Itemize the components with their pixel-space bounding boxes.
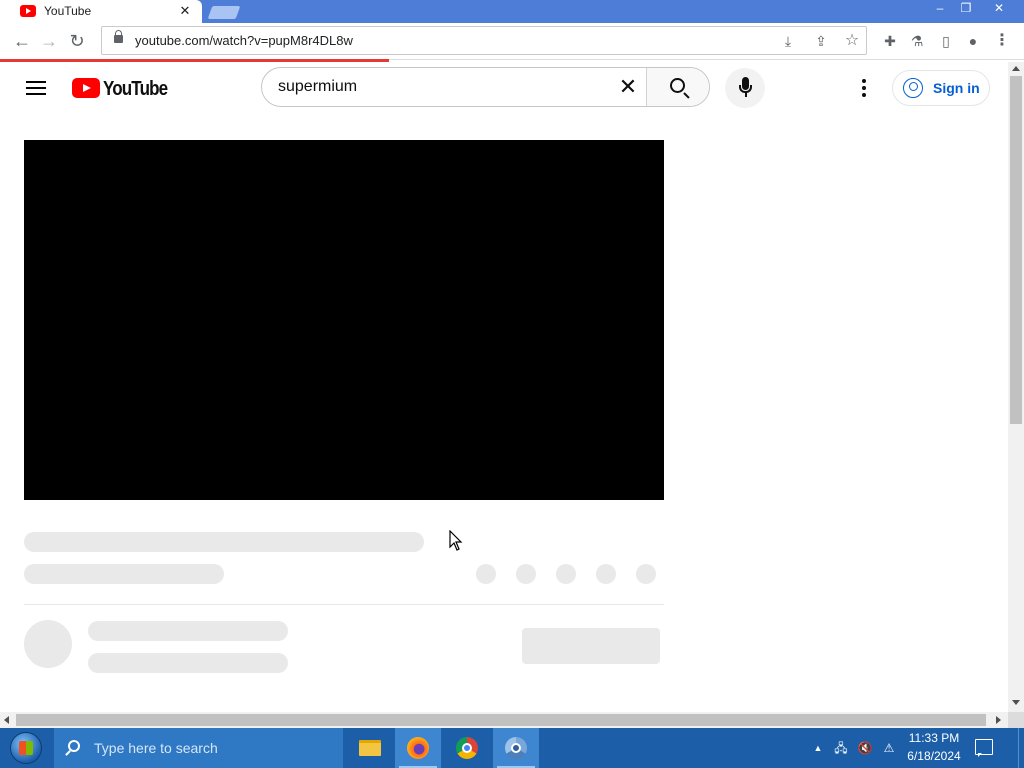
youtube-favicon-icon <box>20 5 36 17</box>
clock-date[interactable]: 6/18/2024 <box>903 749 965 763</box>
taskbar: Type here to search ▲ 🖧 🔇 ⚠ 11:33 PM 6/1… <box>0 728 1024 768</box>
sign-in-label: Sign in <box>933 80 980 96</box>
network-icon[interactable]: 🖧 <box>833 740 849 756</box>
start-button[interactable] <box>0 728 54 768</box>
clear-search-icon[interactable]: ✕ <box>617 76 639 98</box>
action-placeholder <box>596 564 616 584</box>
action-placeholder <box>516 564 536 584</box>
scroll-left-arrow-icon[interactable] <box>4 716 9 724</box>
taskbar-chromium[interactable] <box>493 728 539 768</box>
mouse-cursor-icon <box>449 530 463 551</box>
scrollbar-corner <box>1008 712 1024 728</box>
share-icon[interactable]: ⇪ <box>811 31 831 51</box>
youtube-page: YouTube ✕ Sign in <box>0 62 1008 712</box>
browser-toolbar: ← → ↻ youtube.com/watch?v=pupM8r4DL8w ⤓ … <box>0 23 1024 60</box>
search-bar[interactable]: ✕ <box>261 67 710 107</box>
channel-avatar-placeholder <box>24 620 72 668</box>
subscribe-button-placeholder <box>522 628 660 664</box>
meta-placeholder <box>24 564 224 584</box>
chromium-icon <box>505 737 527 759</box>
chrome-menu-icon[interactable]: ⋮ <box>992 31 1012 51</box>
taskbar-search-placeholder: Type here to search <box>94 740 218 756</box>
horizontal-scrollbar[interactable] <box>0 712 1008 728</box>
clock-time[interactable]: 11:33 PM <box>903 731 965 745</box>
taskbar-file-explorer[interactable] <box>346 728 392 768</box>
search-icon <box>670 78 685 93</box>
chrome-icon <box>456 737 478 759</box>
lock-icon[interactable] <box>114 30 123 43</box>
youtube-logo[interactable]: YouTube <box>72 78 172 100</box>
windows-logo-icon <box>10 732 42 764</box>
subscriber-count-placeholder <box>88 653 288 673</box>
back-button[interactable]: ← <box>10 30 34 54</box>
youtube-play-logo-icon <box>72 78 100 98</box>
vertical-scrollbar[interactable] <box>1008 62 1024 712</box>
action-placeholder <box>556 564 576 584</box>
labs-icon[interactable]: ⚗ <box>907 31 927 51</box>
divider <box>24 604 664 605</box>
tab-youtube[interactable]: YouTube ✕ <box>0 0 202 23</box>
notification-center-icon[interactable] <box>975 739 993 757</box>
horizontal-scroll-thumb[interactable] <box>16 714 986 726</box>
new-tab-button[interactable] <box>207 6 241 19</box>
side-panel-icon[interactable]: ▯ <box>936 31 956 51</box>
taskbar-firefox[interactable] <box>395 728 441 768</box>
search-button[interactable] <box>646 68 709 106</box>
window-close-button[interactable]: ✕ <box>984 0 1014 18</box>
security-warning-icon[interactable]: ⚠ <box>881 740 897 756</box>
vertical-scroll-thumb[interactable] <box>1010 76 1022 424</box>
settings-menu-icon[interactable] <box>852 76 876 100</box>
scroll-down-arrow-icon[interactable] <box>1012 700 1020 705</box>
guide-menu-icon[interactable] <box>26 81 46 95</box>
reload-button[interactable]: ↻ <box>65 30 89 54</box>
restore-button[interactable]: ❐ <box>952 0 980 18</box>
install-icon[interactable]: ⤓ <box>778 31 798 51</box>
title-placeholder <box>24 532 424 552</box>
url-text[interactable]: youtube.com/watch?v=pupM8r4DL8w <box>135 33 353 48</box>
folder-icon <box>359 740 381 756</box>
firefox-icon <box>407 737 429 759</box>
youtube-logo-text: YouTube <box>103 78 168 100</box>
tab-title: YouTube <box>44 4 92 18</box>
sign-in-button[interactable]: Sign in <box>892 70 990 106</box>
taskbar-search-box[interactable]: Type here to search <box>54 728 343 768</box>
action-placeholder <box>636 564 656 584</box>
profile-icon[interactable]: ● <box>963 31 983 51</box>
tab-close-icon[interactable]: ✕ <box>178 3 192 19</box>
show-hidden-icons-chevron-icon[interactable]: ▲ <box>810 740 826 756</box>
scroll-up-arrow-icon[interactable] <box>1012 66 1020 71</box>
show-desktop-button[interactable] <box>1018 728 1024 768</box>
search-icon <box>68 740 80 752</box>
microphone-icon <box>739 77 752 97</box>
voice-search-button[interactable] <box>725 68 765 108</box>
account-circle-icon <box>903 78 923 98</box>
extensions-icon[interactable]: ✚ <box>880 31 900 51</box>
video-player[interactable] <box>24 140 664 500</box>
search-input[interactable] <box>278 68 608 106</box>
action-placeholder <box>476 564 496 584</box>
scroll-right-arrow-icon[interactable] <box>996 716 1001 724</box>
address-bar[interactable]: youtube.com/watch?v=pupM8r4DL8w ⤓ ⇪ ☆ <box>101 26 867 55</box>
taskbar-chrome[interactable] <box>444 728 490 768</box>
bookmark-star-icon[interactable]: ☆ <box>842 31 862 51</box>
volume-muted-icon[interactable]: 🔇 <box>857 740 873 756</box>
forward-button[interactable]: → <box>37 30 61 54</box>
channel-name-placeholder <box>88 621 288 641</box>
tab-strip: YouTube ✕ ‒ ❐ ✕ <box>0 0 1024 23</box>
minimize-button[interactable]: ‒ <box>926 0 954 18</box>
